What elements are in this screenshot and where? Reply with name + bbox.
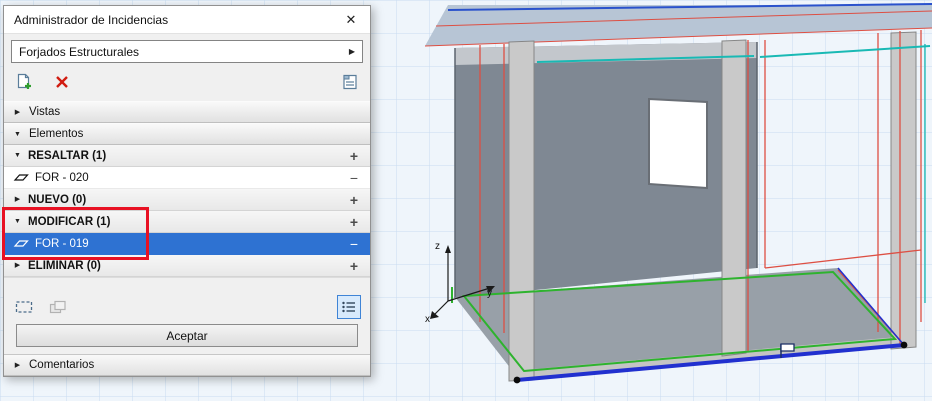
dialog-titlebar[interactable]: Administrador de Incidencias ✕	[4, 6, 370, 34]
section-elementos-label: Elementos	[29, 128, 83, 140]
tree-item-for019[interactable]: FOR - 019 −	[4, 233, 370, 255]
copy-elements-button[interactable]	[47, 296, 69, 318]
accept-row: Aceptar	[4, 322, 370, 354]
section-comentarios-label: Comentarios	[29, 359, 94, 371]
slab-icon	[13, 172, 29, 183]
copy-elements-icon	[49, 300, 67, 314]
issue-selector-label: Forjados Estructurales	[19, 45, 139, 59]
dialog-title: Administrador de Incidencias	[14, 13, 342, 27]
detail-list-icon	[341, 300, 357, 314]
tree-group-eliminar[interactable]: ▶ ELIMINAR (0) +	[4, 255, 370, 277]
tree-group-label: MODIFICAR (1)	[28, 216, 110, 228]
delete-issue-icon	[55, 75, 69, 89]
issue-selector[interactable]: Forjados Estructurales ▶	[11, 40, 363, 63]
elements-tree: ▼ RESALTAR (1) + FOR - 020 − ▶ NUEVO (0)…	[4, 145, 370, 277]
accept-button[interactable]: Aceptar	[16, 324, 358, 347]
collapse-arrow-icon[interactable]: ▼	[13, 131, 22, 138]
expand-arrow-icon[interactable]: ▶	[13, 262, 22, 269]
tree-spacer	[4, 277, 370, 292]
tree-item-label: FOR - 020	[35, 172, 89, 184]
expand-arrow-icon[interactable]: ▶	[13, 196, 22, 203]
add-element-button[interactable]: +	[347, 259, 361, 273]
section-comentarios[interactable]: ▶ Comentarios	[4, 354, 370, 376]
issue-organizer-icon	[341, 73, 359, 91]
axis-label-x: x	[425, 314, 430, 325]
add-element-button[interactable]: +	[347, 193, 361, 207]
expand-arrow-icon[interactable]: ▶	[13, 362, 22, 369]
tree-group-modificar[interactable]: ▼ MODIFICAR (1) +	[4, 211, 370, 233]
remove-element-button[interactable]: −	[347, 171, 361, 185]
tree-item-for020[interactable]: FOR - 020 −	[4, 167, 370, 189]
issue-detail-button[interactable]	[337, 295, 361, 319]
tree-group-nuevo[interactable]: ▶ NUEVO (0) +	[4, 189, 370, 211]
issue-organizer-button[interactable]	[339, 71, 361, 93]
marquee-select-button[interactable]	[13, 296, 35, 318]
axis-label-y: y	[487, 288, 492, 299]
issue-manager-dialog: Administrador de Incidencias ✕ Forjados …	[3, 5, 371, 377]
room-walls	[455, 42, 757, 298]
tree-item-label: FOR - 019	[35, 238, 89, 250]
tree-group-label: RESALTAR (1)	[28, 150, 106, 162]
window-opening	[649, 99, 707, 188]
new-issue-button[interactable]	[13, 71, 35, 93]
add-element-button[interactable]: +	[347, 215, 361, 229]
close-icon[interactable]: ✕	[342, 12, 360, 28]
axis-label-z: z	[435, 241, 440, 252]
add-element-button[interactable]: +	[347, 149, 361, 163]
section-vistas[interactable]: ▶ Vistas	[4, 101, 370, 123]
element-tools-row	[4, 292, 370, 322]
remove-element-button[interactable]: −	[347, 237, 361, 251]
section-vistas-label: Vistas	[29, 106, 60, 118]
app-window: z y x Administrador de Incidencias ✕ For…	[0, 0, 932, 401]
delete-issue-button[interactable]	[51, 71, 73, 93]
selector-flyout-icon[interactable]: ▶	[349, 47, 355, 56]
expand-arrow-icon[interactable]: ▶	[13, 109, 22, 116]
collapse-arrow-icon[interactable]: ▼	[13, 152, 22, 159]
tree-group-label: NUEVO (0)	[28, 194, 86, 206]
new-issue-icon	[15, 73, 33, 91]
tree-group-label: ELIMINAR (0)	[28, 260, 101, 272]
marquee-icon	[15, 300, 33, 314]
slab-icon	[13, 238, 29, 249]
issue-toolbar	[13, 69, 361, 95]
collapse-arrow-icon[interactable]: ▼	[13, 218, 22, 225]
tree-group-resaltar[interactable]: ▼ RESALTAR (1) +	[4, 145, 370, 167]
section-elementos[interactable]: ▼ Elementos	[4, 123, 370, 145]
